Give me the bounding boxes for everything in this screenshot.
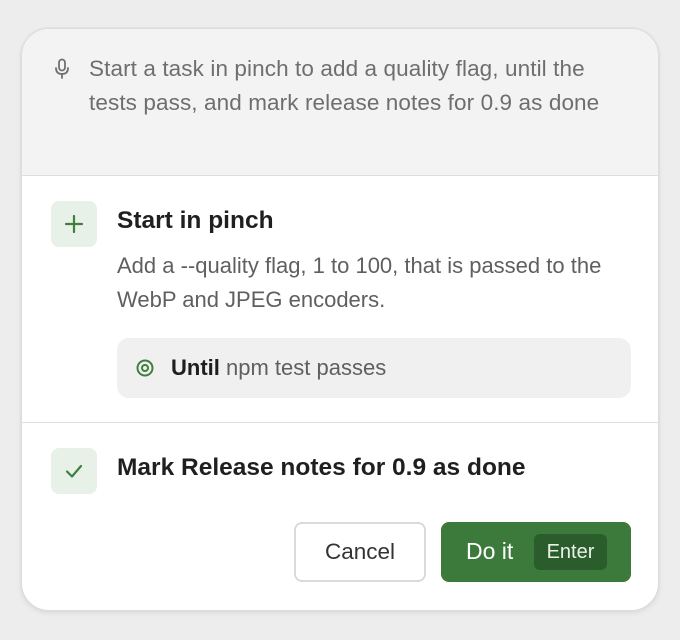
target-icon — [136, 359, 154, 377]
cancel-button[interactable]: Cancel — [294, 522, 426, 582]
action-mark-done: Mark Release notes for 0.9 as done — [22, 423, 658, 523]
do-it-label: Do it — [466, 538, 514, 564]
until-condition-value: npm test passes — [226, 355, 387, 380]
command-confirmation-card: Start a task in pinch to add a quality f… — [21, 28, 659, 611]
until-condition-text: Until npm test passes — [171, 355, 386, 381]
action-title: Mark Release notes for 0.9 as done — [117, 454, 526, 481]
check-icon — [51, 448, 97, 494]
action-title: Start in pinch — [117, 207, 274, 234]
voice-prompt-section: Start a task in pinch to add a quality f… — [22, 29, 658, 176]
until-condition: Until npm test passes — [117, 338, 631, 398]
plus-icon — [51, 201, 97, 247]
action-description: Add a --quality flag, 1 to 100, that is … — [117, 253, 602, 312]
enter-shortcut-badge: Enter — [534, 534, 607, 570]
do-it-button[interactable]: Do it Enter — [441, 522, 631, 582]
until-keyword: Until — [171, 355, 220, 380]
transcribed-prompt-text: Start a task in pinch to add a quality f… — [89, 56, 600, 115]
microphone-icon — [52, 58, 72, 80]
action-start-task: Start in pinch Add a --quality flag, 1 t… — [22, 176, 658, 423]
